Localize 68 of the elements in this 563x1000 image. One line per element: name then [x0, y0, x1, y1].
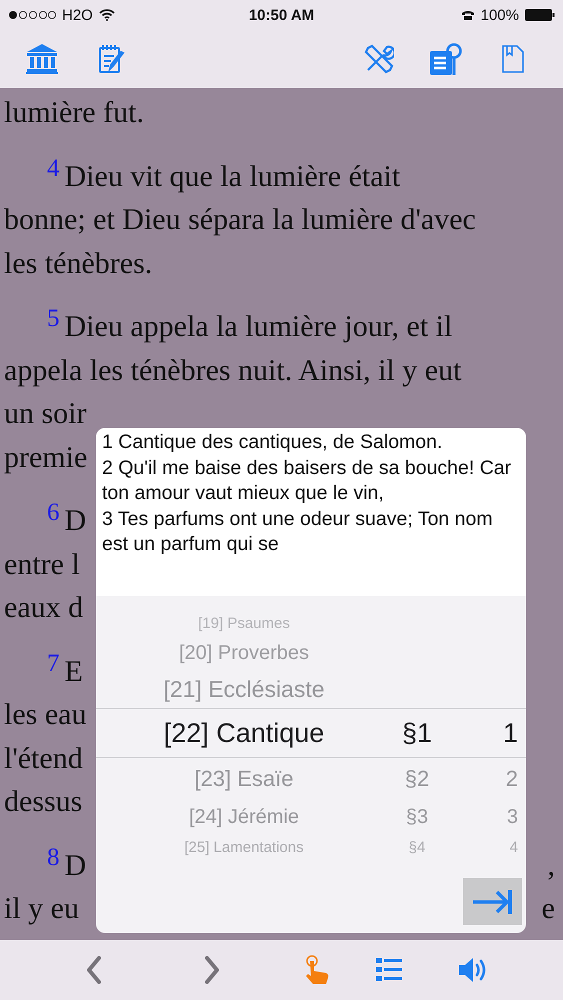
go-button[interactable]	[463, 878, 522, 925]
verse-text: Dieu vit que la lumière était	[64, 160, 400, 194]
picker-row[interactable]: [20] Proverbes	[96, 636, 526, 670]
verse-number: 1	[502, 718, 519, 748]
battery-percent: 100%	[480, 6, 519, 24]
list-icon[interactable]	[376, 957, 402, 983]
chapter-number: §2	[404, 766, 430, 792]
bookmark-page-icon[interactable]	[502, 45, 524, 73]
forward-icon[interactable]	[204, 955, 220, 985]
book-name: [21] Ecclésiaste	[163, 676, 325, 702]
verse-preview-text: 2 Qu'il me baise des baisers de sa bouche! Car ton amour vaut mieux que le vin,	[102, 456, 512, 506]
verse-preview-text: 1 Cantique des cantiques, de Salomon.	[102, 430, 444, 455]
verse-text: eaux d	[4, 591, 84, 625]
picker-row[interactable]: [22] Cantique §1 1	[96, 708, 526, 758]
pointing-hand-icon[interactable]	[304, 955, 330, 985]
verse-text: appela les ténèbres nuit. Ainsi, il y eut	[4, 354, 462, 388]
verse-number: 4	[510, 838, 519, 856]
verse-number: 8	[47, 844, 60, 872]
chapter-number: §1	[402, 718, 432, 748]
picker-row[interactable]: [24] Jérémie §3 3	[96, 799, 526, 835]
verse-text: D	[64, 848, 86, 882]
chapter-number: §4	[408, 838, 426, 856]
arrow-to-bar-icon	[472, 890, 512, 914]
verse-text: lumière fut.	[4, 96, 144, 130]
verse-text: dessus	[4, 785, 82, 819]
verse-preview-text: 3 Tes parfums ont une odeur suave; Ton nom est un parfum qui se	[102, 506, 494, 557]
book-name: [19] Psaumes	[198, 614, 290, 632]
picker-row[interactable]: [19] Psaumes	[96, 610, 526, 636]
book-name: [22] Cantique	[164, 718, 324, 748]
verse-number: 4	[47, 154, 60, 182]
verse-text: il y eu	[4, 892, 79, 926]
verse-number: 6	[47, 499, 60, 527]
phone-icon	[460, 10, 475, 20]
battery-icon	[525, 9, 555, 21]
verse-text: les eau	[4, 698, 86, 732]
verse-text: entre l	[4, 548, 80, 582]
signal-icon	[8, 10, 56, 20]
document-search-icon[interactable]	[430, 43, 462, 75]
verse-text: l'étend	[4, 742, 83, 776]
verse-number: 7	[47, 650, 60, 678]
book-name: [24] Jérémie	[188, 806, 300, 828]
clock-time: 10:50 AM	[248, 6, 314, 24]
verse-number: 5	[47, 305, 60, 333]
book-name: [25] Lamentations	[184, 838, 304, 856]
picker-row[interactable]: [21] Ecclésiaste	[96, 670, 526, 708]
note-edit-icon[interactable]	[98, 44, 126, 74]
verse-text: E	[64, 654, 83, 688]
verse-text: un soir	[4, 397, 86, 431]
book-name: [23] Esaïe	[194, 766, 294, 792]
wifi-icon	[98, 9, 115, 21]
verse-text: D	[64, 504, 86, 538]
verse-text: Dieu appela la lumière jour, et il	[64, 310, 452, 344]
back-icon[interactable]	[86, 955, 102, 985]
chapter-number: §3	[406, 806, 428, 828]
book-name: [20] Proverbes	[178, 642, 310, 664]
verse-text: e	[542, 892, 555, 926]
verse-text: premie	[4, 440, 88, 474]
picker-row[interactable]: [25] Lamentations §4 4	[96, 835, 526, 859]
verse-number: 3	[506, 806, 519, 828]
verse-number: 2	[506, 766, 519, 792]
verse-text: les ténèbres.	[4, 246, 152, 280]
picker-row[interactable]: [23] Esaïe §2 2	[96, 758, 526, 799]
speaker-icon[interactable]	[458, 956, 488, 984]
institution-icon[interactable]	[26, 44, 58, 74]
verse-text: bonne; et Dieu sépara la lumière d'avec	[4, 203, 476, 237]
tools-icon[interactable]	[364, 44, 394, 74]
carrier-name: H2O	[62, 6, 93, 24]
verse-text: ,	[548, 848, 555, 882]
